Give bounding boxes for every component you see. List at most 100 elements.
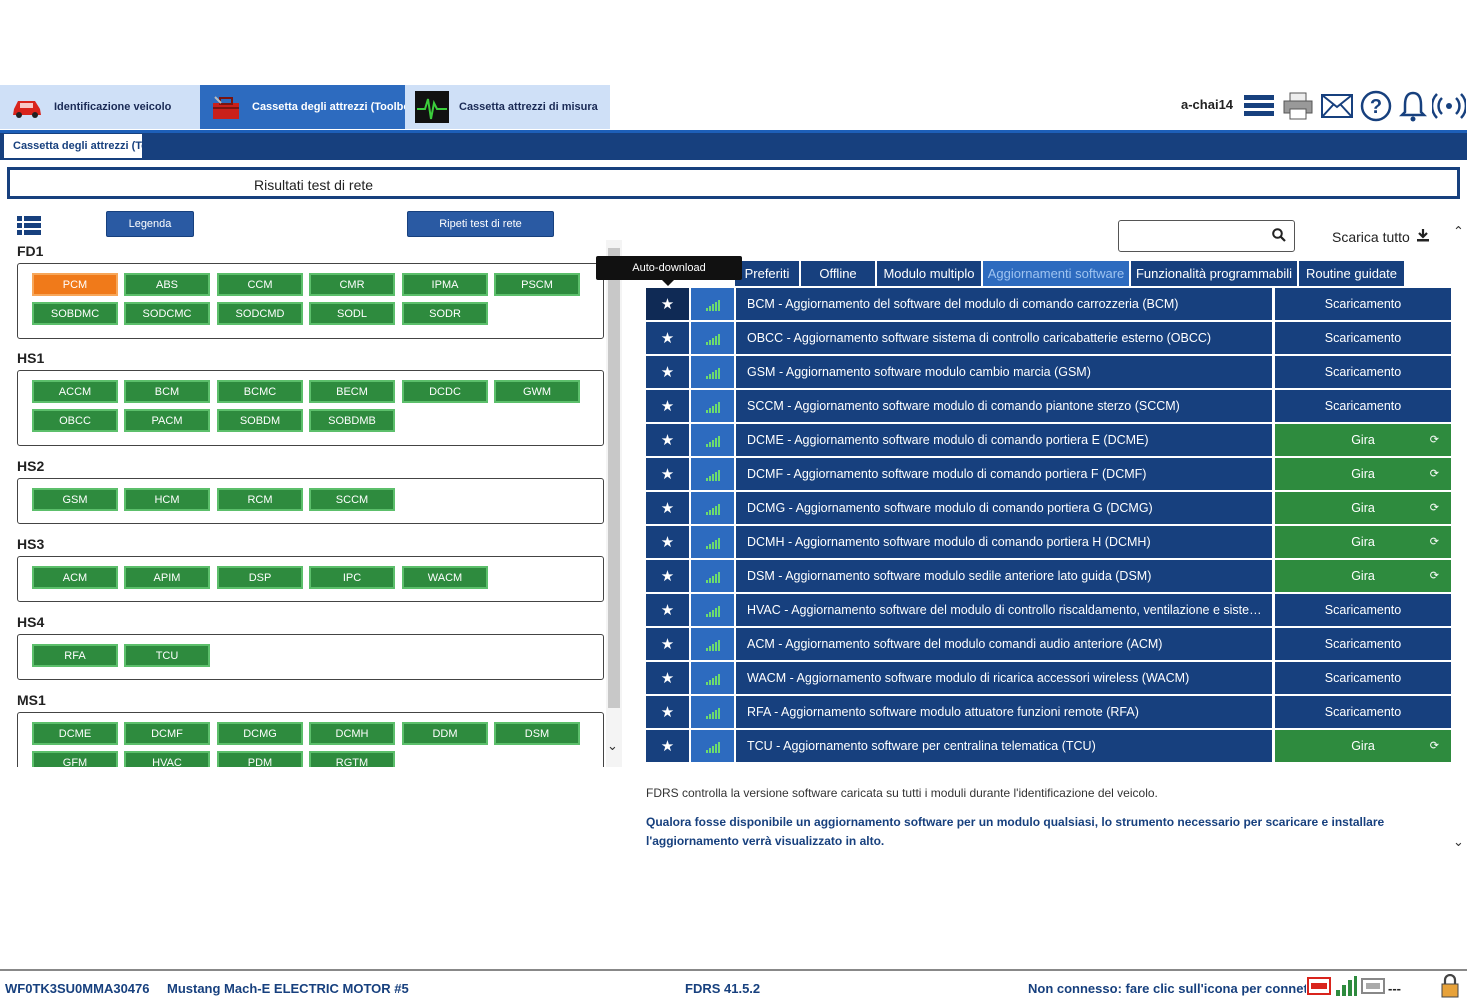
star-icon[interactable]: ★ [646, 390, 689, 422]
star-icon[interactable]: ★ [646, 628, 689, 660]
star-icon[interactable]: ★ [646, 322, 689, 354]
module-button-bcmc[interactable]: BCMC [217, 380, 303, 403]
tab-measure-toolbox[interactable]: Cassetta attrezzi di misura [405, 85, 610, 129]
run-button[interactable]: Gira ⟳ [1275, 526, 1451, 558]
module-button-ipma[interactable]: IPMA [402, 273, 488, 296]
module-button-ddm[interactable]: DDM [402, 722, 488, 745]
module-button-dcmf[interactable]: DCMF [124, 722, 210, 745]
search-icon[interactable] [1272, 228, 1286, 247]
tab-toolbox[interactable]: Cassetta degli attrezzi (Toolbox) [200, 85, 405, 129]
module-button-dcmh[interactable]: DCMH [309, 722, 395, 745]
module-button-dcdc[interactable]: DCDC [402, 380, 488, 403]
star-icon[interactable]: ★ [646, 560, 689, 592]
connection-icon[interactable] [1432, 88, 1466, 124]
menu-icon[interactable] [1242, 88, 1276, 124]
run-button[interactable]: Gira ⟳ [1275, 458, 1451, 490]
download-button[interactable]: Scaricamento [1275, 628, 1451, 660]
chevron-down-icon[interactable]: ⌄ [607, 738, 618, 754]
module-button-dsm[interactable]: DSM [494, 722, 580, 745]
module-button-dcme[interactable]: DCME [32, 722, 118, 745]
tab-routine-guidate[interactable]: Routine guidate [1299, 261, 1405, 286]
module-button-tcu[interactable]: TCU [124, 644, 210, 667]
subtab-toolbox[interactable]: Cassetta degli attrezzi (Toolbox) [4, 134, 142, 158]
module-button-bcm[interactable]: BCM [124, 380, 210, 403]
run-button[interactable]: Gira ⟳ [1275, 492, 1451, 524]
list-view-icon[interactable] [17, 216, 41, 241]
download-button[interactable]: Scaricamento [1275, 322, 1451, 354]
module-button-sobdmb[interactable]: SOBDMB [309, 409, 395, 432]
legend-button[interactable]: Legenda [106, 211, 194, 237]
printer-icon[interactable] [1281, 88, 1315, 124]
module-button-gwm[interactable]: GWM [494, 380, 580, 403]
mail-icon[interactable] [1320, 88, 1354, 124]
tab-aggiornamenti-software[interactable]: Aggiornamenti software [983, 261, 1130, 286]
star-icon[interactable]: ★ [646, 696, 689, 728]
tab-funzionalit-programmabili[interactable]: Funzionalità programmabili [1131, 261, 1298, 286]
download-button[interactable]: Scaricamento [1275, 356, 1451, 388]
download-button[interactable]: Scaricamento [1275, 594, 1451, 626]
vci-icon[interactable] [1307, 975, 1331, 1000]
module-button-pdm[interactable]: PDM [217, 751, 303, 767]
module-button-acm[interactable]: ACM [32, 566, 118, 589]
module-button-ccm[interactable]: CCM [217, 273, 303, 296]
module-button-rcm[interactable]: RCM [217, 488, 303, 511]
status-connection[interactable]: Non connesso: fare clic sull'icona per c… [1028, 981, 1306, 996]
tab-modulo-multiplo[interactable]: Modulo multiplo [877, 261, 982, 286]
tab-preferiti[interactable]: Preferiti [735, 261, 800, 286]
left-scrollbar[interactable]: ⌄ [606, 240, 622, 767]
module-button-gfm[interactable]: GFM [32, 751, 118, 767]
run-button[interactable]: Gira ⟳ [1275, 560, 1451, 592]
module-button-sccm[interactable]: SCCM [309, 488, 395, 511]
download-button[interactable]: Scaricamento [1275, 390, 1451, 422]
run-button[interactable]: Gira ⟳ [1275, 730, 1451, 762]
download-button[interactable]: Scaricamento [1275, 288, 1451, 320]
module-button-apim[interactable]: APIM [124, 566, 210, 589]
search-input[interactable] [1125, 227, 1269, 247]
star-icon[interactable]: ★ [646, 424, 689, 456]
download-button[interactable]: Scaricamento [1275, 662, 1451, 694]
star-icon[interactable]: ★ [646, 730, 689, 762]
module-button-obcc[interactable]: OBCC [32, 409, 118, 432]
tab-vehicle-identification[interactable]: Identificazione veicolo [0, 85, 200, 129]
module-button-pscm[interactable]: PSCM [494, 273, 580, 296]
module-button-sodr[interactable]: SODR [402, 302, 488, 325]
star-icon[interactable]: ★ [646, 458, 689, 490]
chevron-down-icon[interactable]: ⌄ [1453, 834, 1464, 850]
module-button-hcm[interactable]: HCM [124, 488, 210, 511]
search-field[interactable] [1118, 220, 1295, 252]
chevron-up-icon[interactable]: ⌄ [1453, 222, 1464, 238]
module-button-sobdm[interactable]: SOBDM [217, 409, 303, 432]
module-button-hvac[interactable]: HVAC [124, 751, 210, 767]
bell-icon[interactable] [1396, 88, 1430, 124]
star-icon[interactable]: ★ [646, 526, 689, 558]
module-button-gsm[interactable]: GSM [32, 488, 118, 511]
module-button-sobdmc[interactable]: SOBDMC [32, 302, 118, 325]
left-scrollbar-thumb[interactable] [608, 248, 620, 708]
run-button[interactable]: Gira ⟳ [1275, 424, 1451, 456]
module-button-sodcmc[interactable]: SODCMC [124, 302, 210, 325]
module-button-becm[interactable]: BECM [309, 380, 395, 403]
module-button-wacm[interactable]: WACM [402, 566, 488, 589]
right-scrollbar[interactable]: ⌄ ⌄ [1451, 222, 1467, 856]
module-button-pcm[interactable]: PCM [32, 273, 118, 296]
module-button-rfa[interactable]: RFA [32, 644, 118, 667]
help-icon[interactable]: ? [1359, 88, 1393, 124]
lock-icon[interactable] [1440, 973, 1460, 1001]
module-button-dcmg[interactable]: DCMG [217, 722, 303, 745]
module-button-ipc[interactable]: IPC [309, 566, 395, 589]
module-button-sodl[interactable]: SODL [309, 302, 395, 325]
repeat-network-test-button[interactable]: Ripeti test di rete [407, 211, 554, 237]
star-icon[interactable]: ★ [646, 356, 689, 388]
module-button-rgtm[interactable]: RGTM [309, 751, 395, 767]
module-button-abs[interactable]: ABS [124, 273, 210, 296]
module-button-sodcmd[interactable]: SODCMD [217, 302, 303, 325]
module-button-accm[interactable]: ACCM [32, 380, 118, 403]
download-button[interactable]: Scaricamento [1275, 696, 1451, 728]
module-button-pacm[interactable]: PACM [124, 409, 210, 432]
tab-offline[interactable]: Offline [801, 261, 876, 286]
module-button-cmr[interactable]: CMR [309, 273, 395, 296]
star-icon[interactable]: ★ [646, 662, 689, 694]
star-icon[interactable]: ★ [646, 492, 689, 524]
star-icon[interactable]: ★ [646, 288, 689, 320]
star-icon[interactable]: ★ [646, 594, 689, 626]
